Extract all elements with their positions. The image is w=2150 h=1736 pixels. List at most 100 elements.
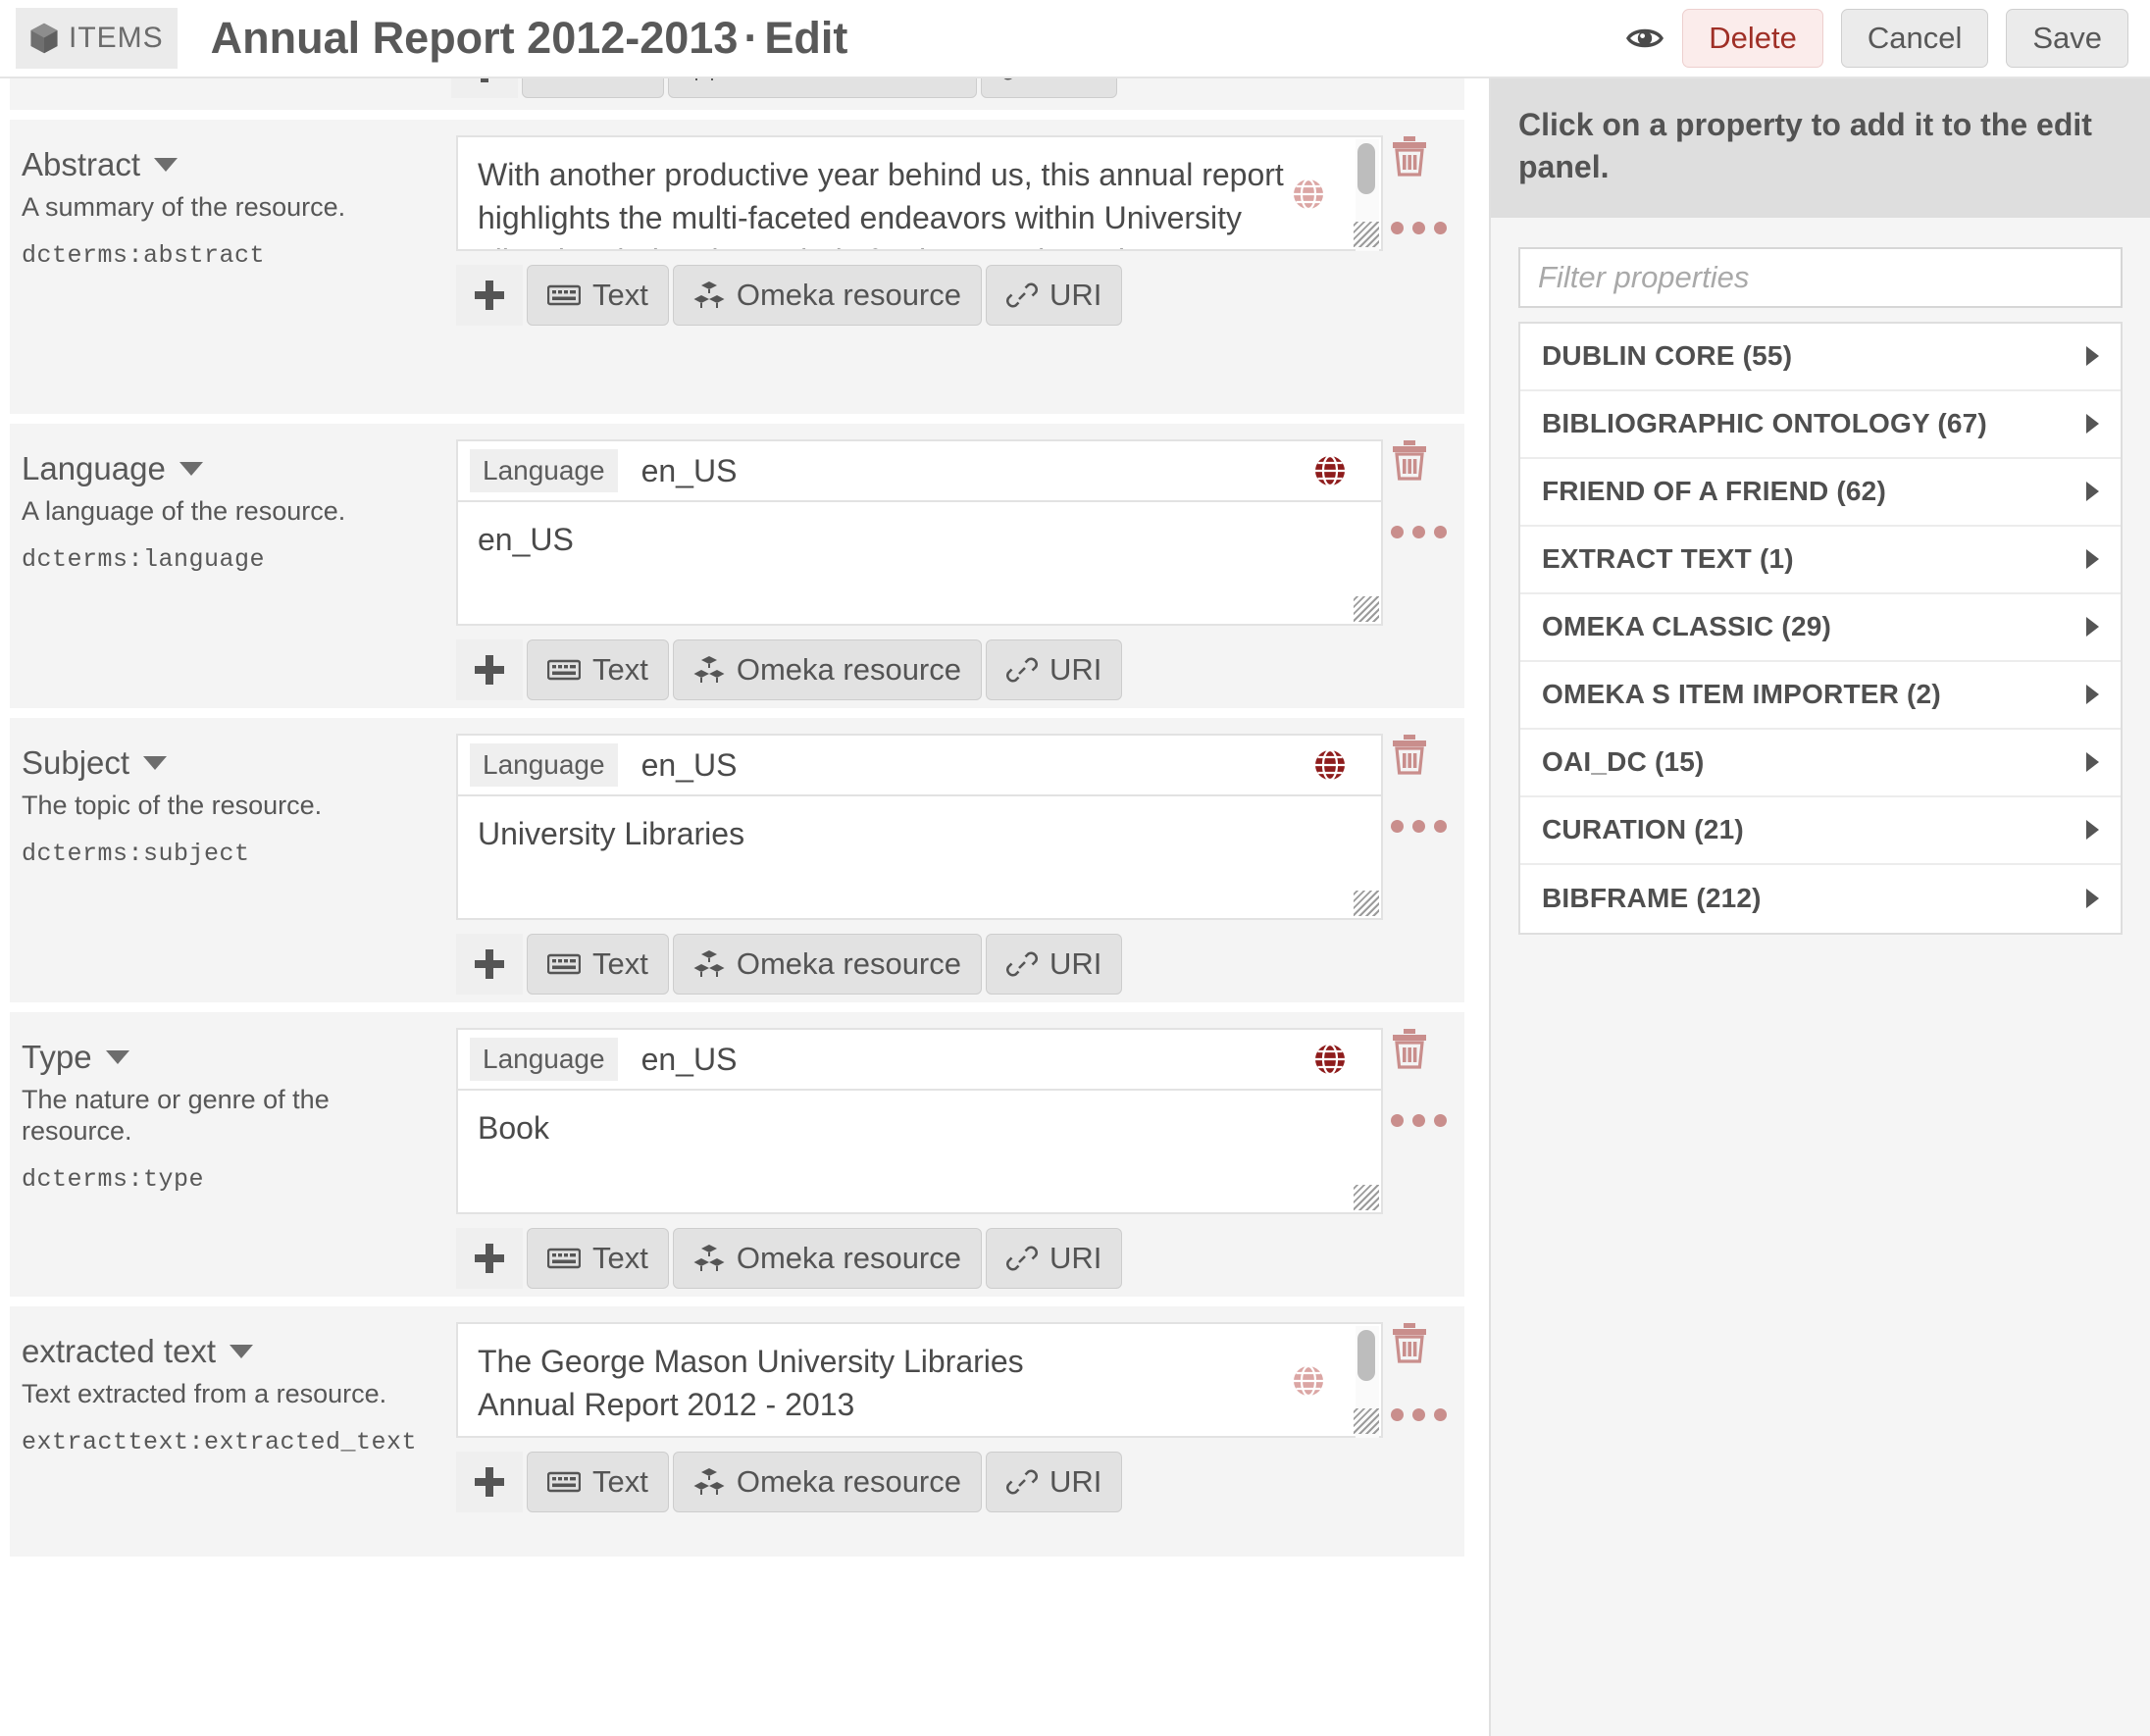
add-uri-value-button[interactable]: URI <box>981 78 1118 98</box>
add-omeka-resource-label: Omeka resource <box>736 278 961 312</box>
vocabulary-label: BIBLIOGRAPHIC ONTOLOGY (67) <box>1542 408 1987 439</box>
resize-handle[interactable] <box>1354 1185 1379 1210</box>
trash-icon[interactable] <box>1391 1322 1428 1363</box>
value-scrollbar-thumb[interactable] <box>1357 143 1375 194</box>
add-omeka-resource-button[interactable]: Omeka resource <box>667 78 977 98</box>
globe-icon[interactable] <box>1291 177 1326 212</box>
vocabulary-item-bibframe[interactable]: BIBFRAME (212) <box>1520 865 2121 933</box>
resize-handle[interactable] <box>1354 891 1379 916</box>
vocabulary-item-extract-text[interactable]: EXTRACT TEXT (1) <box>1520 527 2121 594</box>
add-value-button[interactable] <box>456 934 523 995</box>
delete-button[interactable]: Delete <box>1682 9 1823 68</box>
link-icon <box>1006 657 1038 683</box>
eye-icon[interactable] <box>1625 19 1664 58</box>
items-badge[interactable]: ITEMS <box>16 8 178 69</box>
globe-icon[interactable] <box>1312 1042 1348 1077</box>
vocabulary-item-bibliographic-ontology[interactable]: BIBLIOGRAPHIC ONTOLOGY (67) <box>1520 391 2121 459</box>
ellipsis-icon[interactable] <box>1391 222 1459 234</box>
value-language-row: Language en_US <box>458 441 1381 502</box>
resize-handle[interactable] <box>1354 596 1379 622</box>
language-value[interactable]: en_US <box>641 1042 738 1078</box>
trash-icon[interactable] <box>1391 734 1428 775</box>
add-omeka-resource-button[interactable]: Omeka resource <box>672 1452 982 1512</box>
language-value[interactable]: en_US <box>641 747 738 784</box>
chevron-right-icon <box>2086 820 2099 841</box>
add-omeka-resource-button[interactable]: Omeka resource <box>672 934 982 995</box>
chevron-down-icon[interactable] <box>179 462 203 477</box>
language-chip-label: Language <box>470 743 618 787</box>
value-textarea[interactable]: University Libraries <box>458 796 1381 918</box>
trash-icon[interactable] <box>1391 1028 1428 1069</box>
add-omeka-resource-label: Omeka resource <box>736 946 961 981</box>
cubes-icon <box>693 1468 725 1495</box>
filter-properties-input[interactable] <box>1518 246 2123 308</box>
add-text-value-button[interactable]: Text <box>527 934 669 995</box>
ellipsis-icon[interactable] <box>1391 1408 1459 1421</box>
chevron-down-icon[interactable] <box>154 158 179 173</box>
add-value-button[interactable] <box>456 1452 523 1512</box>
vocabulary-item-omeka-classic[interactable]: OMEKA CLASSIC (29) <box>1520 594 2121 662</box>
vocabulary-item-curation[interactable]: CURATION (21) <box>1520 797 2121 865</box>
value-textarea[interactable]: With another productive year behind us, … <box>458 137 1381 249</box>
add-omeka-resource-button[interactable]: Omeka resource <box>672 1228 982 1289</box>
add-value-button[interactable] <box>456 1228 523 1289</box>
add-value-button[interactable] <box>451 78 518 98</box>
property-label: Language <box>22 450 166 486</box>
items-badge-label: ITEMS <box>69 22 164 54</box>
save-button[interactable]: Save <box>2006 9 2128 68</box>
ellipsis-icon[interactable] <box>1391 526 1459 538</box>
trash-icon[interactable] <box>1391 439 1428 481</box>
trash-icon[interactable] <box>1391 135 1428 177</box>
add-text-value-button[interactable]: Text <box>527 639 669 700</box>
globe-icon[interactable] <box>1312 747 1348 783</box>
value-language-row: Language en_US <box>458 1030 1381 1091</box>
add-omeka-resource-label: Omeka resource <box>732 78 956 85</box>
chevron-down-icon[interactable] <box>105 1050 129 1065</box>
add-uri-value-button[interactable]: URI <box>986 1228 1123 1289</box>
cancel-button[interactable]: Cancel <box>1840 9 1989 68</box>
add-uri-value-button[interactable]: URI <box>986 639 1123 700</box>
vocabulary-item-friend-of-a-friend[interactable]: FRIEND OF A FRIEND (62) <box>1520 459 2121 527</box>
add-text-value-label: Text <box>592 652 648 687</box>
add-value-button[interactable] <box>456 639 523 700</box>
value-textarea[interactable]: en_US <box>458 502 1381 624</box>
add-text-value-label: Text <box>592 1241 648 1275</box>
globe-icon[interactable] <box>1291 1363 1326 1399</box>
ellipsis-icon[interactable] <box>1391 820 1459 833</box>
add-text-value-button[interactable]: Text <box>522 78 664 98</box>
property-label: Type <box>22 1039 92 1075</box>
add-uri-value-button[interactable]: URI <box>986 1452 1123 1512</box>
add-uri-value-button[interactable]: URI <box>986 265 1123 326</box>
language-value[interactable]: en_US <box>641 453 738 489</box>
chevron-right-icon <box>2086 549 2099 570</box>
property-selector-sidebar: Click on a property to add it to the edi… <box>1489 78 2150 1736</box>
add-omeka-resource-button[interactable]: Omeka resource <box>672 639 982 700</box>
add-uri-value-button[interactable]: URI <box>986 934 1123 995</box>
vocabulary-item-omeka-s-item-importer[interactable]: OMEKA S ITEM IMPORTER (2) <box>1520 662 2121 730</box>
ellipsis-icon[interactable] <box>1391 1114 1459 1127</box>
header-actions: Delete Cancel Save <box>1625 9 2128 68</box>
keyboard-icon <box>547 953 581 975</box>
add-text-value-button[interactable]: Text <box>527 1452 669 1512</box>
chevron-down-icon[interactable] <box>143 756 168 771</box>
plus-icon <box>475 281 504 310</box>
chevron-down-icon[interactable] <box>230 1345 254 1359</box>
resize-handle[interactable] <box>1354 222 1379 247</box>
value-textarea[interactable]: The George Mason University Libraries An… <box>458 1324 1381 1436</box>
globe-icon[interactable] <box>1312 453 1348 488</box>
vocabulary-label: BIBFRAME (212) <box>1542 883 1762 914</box>
cubes-icon <box>694 78 713 80</box>
vocabulary-item-dublin-core[interactable]: DUBLIN CORE (55) <box>1520 324 2121 391</box>
vocabulary-item-oai-dc[interactable]: OAI_DC (15) <box>1520 730 2121 797</box>
add-text-value-button[interactable]: Text <box>527 1228 669 1289</box>
add-value-button[interactable] <box>456 265 523 326</box>
add-text-value-button[interactable]: Text <box>527 265 669 326</box>
add-omeka-resource-button[interactable]: Omeka resource <box>672 265 982 326</box>
value-scrollbar-thumb[interactable] <box>1357 1330 1375 1381</box>
page-title-mode: Edit <box>764 13 848 63</box>
property-term: dcterms:language <box>22 545 266 575</box>
resize-handle[interactable] <box>1354 1408 1379 1434</box>
value-actions: Text Omeka resource URI <box>456 639 1398 700</box>
add-omeka-resource-label: Omeka resource <box>736 652 961 687</box>
value-textarea[interactable]: Book <box>458 1091 1381 1212</box>
